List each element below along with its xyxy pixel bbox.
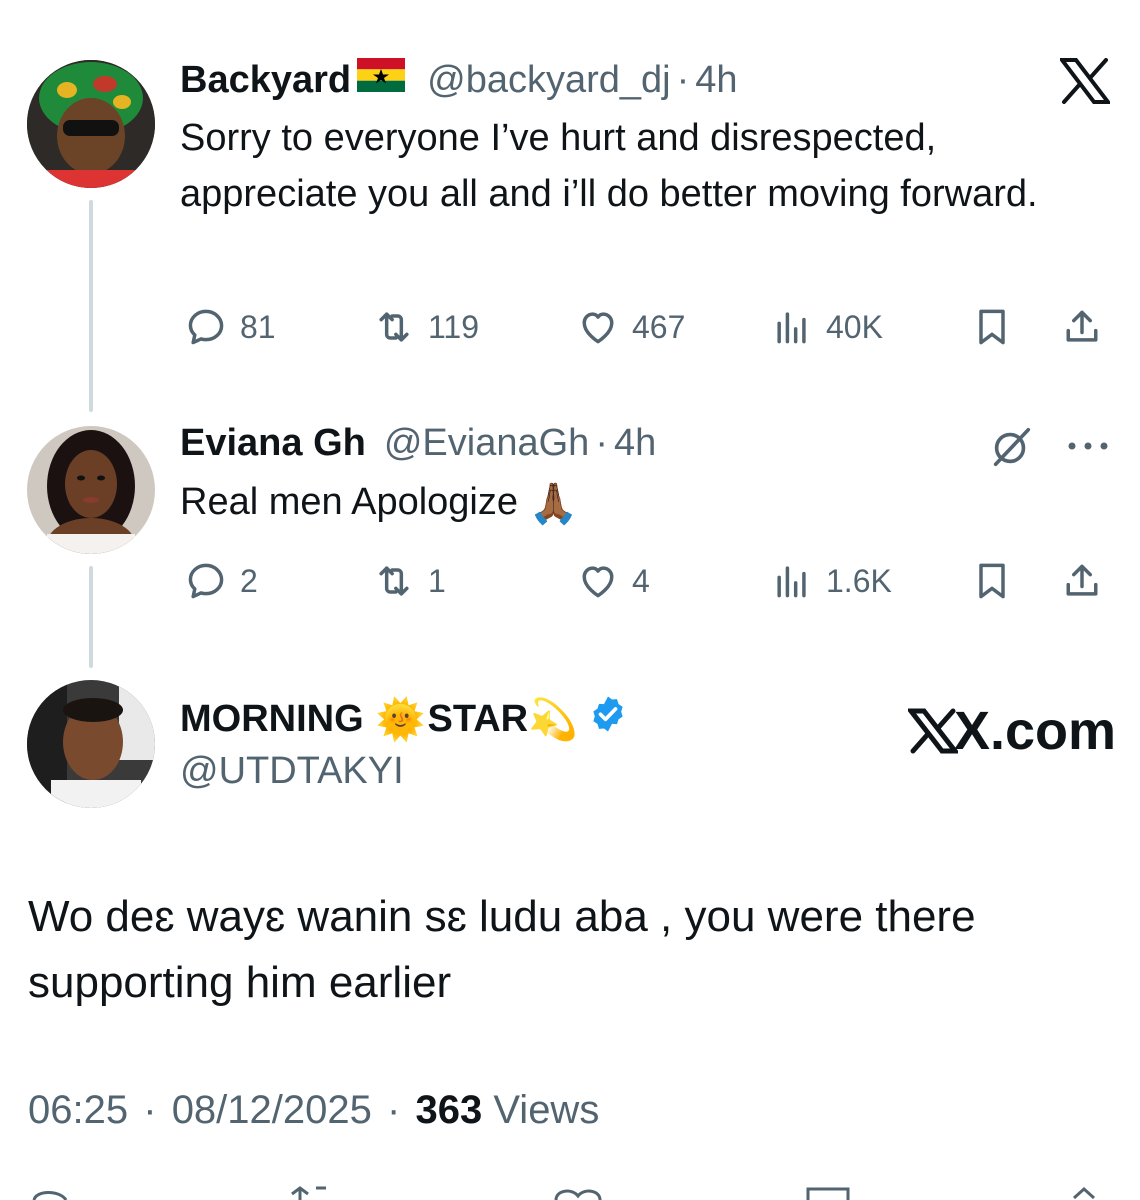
separator-dot: · — [595, 422, 608, 464]
tweet-text-content: Real men Apologize — [180, 481, 518, 523]
avatar[interactable] — [27, 60, 155, 188]
timestamp[interactable]: 4h — [695, 59, 737, 102]
heart-icon — [582, 566, 614, 598]
thread-connector-line — [89, 200, 93, 412]
tweet-actions: 2 1 4 1.6K — [180, 556, 1110, 606]
bookmark-icon — [979, 309, 1005, 345]
separator-dot: · — [676, 58, 690, 101]
heart-icon — [582, 312, 614, 344]
repost-button[interactable]: 119 — [372, 302, 479, 352]
main-actions-partial — [0, 1186, 1140, 1200]
views-button[interactable]: 40K — [770, 302, 883, 352]
display-name[interactable]: Backyard — [180, 59, 351, 102]
like-count: 467 — [632, 308, 686, 345]
ghana-flag-icon — [357, 58, 406, 102]
tweet-header: MORNING 🌞 STAR 💫 — [180, 694, 628, 744]
bookmark-icon — [979, 563, 1005, 599]
share-icon — [1066, 310, 1098, 342]
avatar[interactable] — [27, 680, 155, 808]
main-tweet-text: Wo deɛ wayɛ wanin sɛ ludu aba , you were… — [28, 892, 976, 1007]
thread-connector-line — [89, 566, 93, 668]
x-logo-icon[interactable] — [1057, 58, 1113, 109]
analytics-icon — [777, 566, 806, 598]
like-button[interactable]: 4 — [576, 556, 650, 606]
grok-icon[interactable] — [988, 424, 1034, 475]
user-handle[interactable]: @EvianaGh — [384, 422, 589, 465]
timestamp[interactable]: 4h — [614, 422, 656, 465]
folded-hands-emoji: 🙏🏾 — [528, 481, 579, 526]
repost-count: 1 — [428, 562, 446, 599]
user-handle[interactable]: @UTDTAKYI — [180, 750, 404, 793]
display-name-part[interactable]: MORNING — [180, 698, 364, 741]
like-button[interactable]: 467 — [576, 302, 685, 352]
reply-icon — [188, 309, 224, 345]
display-name[interactable]: Eviana Gh — [180, 422, 366, 465]
views-label: Views — [493, 1088, 600, 1132]
views-count: 363 — [415, 1088, 483, 1132]
separator-dot: · — [143, 1088, 157, 1132]
repost-button[interactable]: 1 — [372, 556, 446, 606]
post-time[interactable]: 06:25 — [28, 1088, 128, 1132]
bookmark-button[interactable] — [970, 556, 1014, 606]
sun-with-face-emoji: 🌞 — [375, 697, 426, 742]
share-icon — [1066, 564, 1098, 596]
repost-count: 119 — [428, 308, 480, 345]
share-button[interactable] — [1060, 302, 1104, 352]
tweet-text: Real men Apologize 🙏🏾 — [180, 474, 1080, 532]
x-logo-icon — [908, 708, 958, 754]
reply-button[interactable]: 81 — [184, 302, 276, 352]
view-count: 40K — [826, 308, 883, 345]
tweet-actions: 81 119 467 40K — [180, 302, 1110, 352]
x-com-watermark: X.com — [908, 700, 1116, 762]
verified-badge-icon — [588, 694, 628, 744]
avatar[interactable] — [27, 426, 155, 554]
separator-dot: · — [387, 1088, 401, 1132]
reply-button[interactable]: 2 — [184, 556, 258, 606]
display-name-part[interactable]: STAR — [427, 698, 528, 741]
share-button[interactable] — [1060, 556, 1104, 606]
watermark-text: X.com — [954, 701, 1117, 761]
tweet-text: Sorry to everyone I’ve hurt and disrespe… — [180, 117, 1038, 215]
repost-icon — [379, 566, 409, 596]
views-button[interactable]: 1.6K — [770, 556, 892, 606]
tweet-metadata: 06:25 · 08/12/2025 · 363 Views — [28, 1088, 599, 1133]
tweet-header: Backyard @backyard_dj · 4h — [180, 58, 738, 102]
more-options-icon[interactable] — [1066, 436, 1110, 461]
view-count: 1.6K — [826, 562, 892, 599]
user-handle[interactable]: @backyard_dj — [427, 59, 670, 102]
post-date[interactable]: 08/12/2025 — [172, 1088, 372, 1132]
reply-count: 81 — [240, 308, 276, 345]
dizzy-star-emoji: 💫 — [528, 697, 578, 742]
reply-count: 2 — [240, 562, 258, 599]
analytics-icon — [777, 312, 806, 344]
repost-icon — [379, 312, 409, 342]
bookmark-button[interactable] — [970, 302, 1014, 352]
reply-icon — [188, 563, 224, 599]
tweet-header: Eviana Gh @EvianaGh · 4h — [180, 422, 656, 465]
like-count: 4 — [632, 562, 650, 599]
